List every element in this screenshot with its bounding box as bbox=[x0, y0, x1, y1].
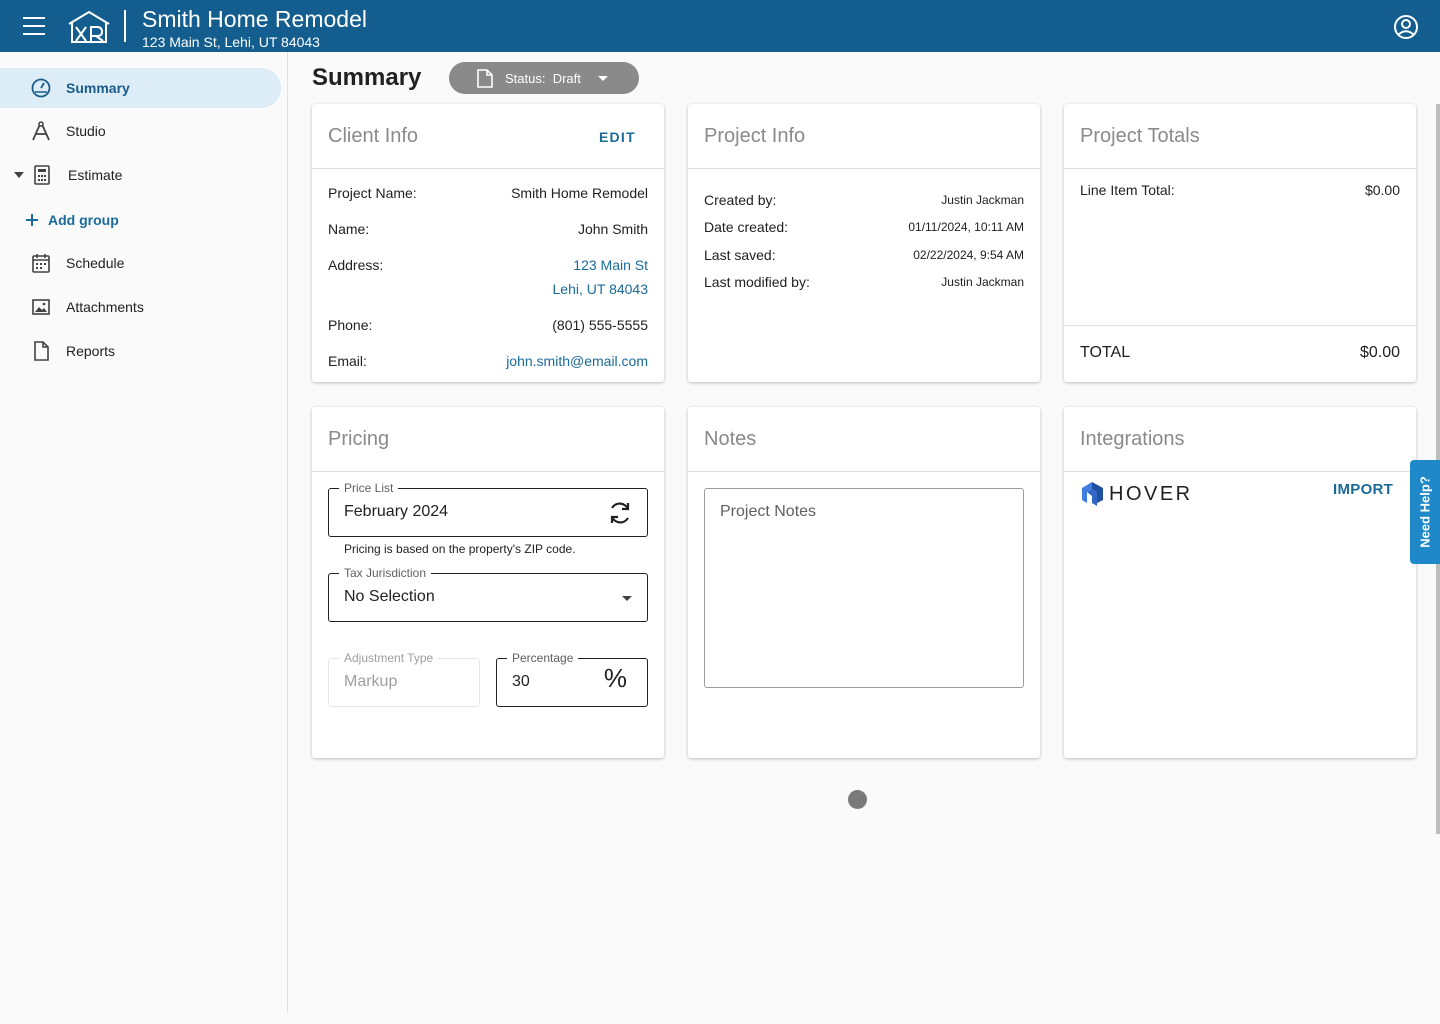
hover-integration-logo: HOVER bbox=[1080, 481, 1193, 507]
client-row-address: Address: 123 Main St Lehi, UT 84043 bbox=[328, 257, 648, 297]
row-value: Justin Jackman bbox=[941, 275, 1024, 289]
project-title: Smith Home Remodel bbox=[142, 6, 367, 32]
row-label: Date created: bbox=[704, 219, 789, 235]
project-notes-textarea[interactable]: Project Notes bbox=[704, 488, 1024, 688]
card-header: Pricing bbox=[312, 407, 664, 472]
provider-name: HOVER bbox=[1109, 482, 1193, 505]
adjustment-type-field: Adjustment Type Markup bbox=[328, 651, 480, 707]
percentage-input[interactable]: Percentage 30 % bbox=[496, 651, 648, 707]
address-link-line2[interactable]: Lehi, UT 84043 bbox=[553, 281, 648, 297]
row-label: Line Item Total: bbox=[1080, 182, 1175, 198]
page-title: Summary bbox=[312, 64, 422, 91]
project-totals-card: Project Totals Line Item Total: $0.00 TO… bbox=[1064, 104, 1416, 382]
card-title: Client Info bbox=[328, 125, 419, 147]
row-value: $0.00 bbox=[1364, 182, 1400, 198]
header-divider bbox=[124, 10, 126, 42]
import-button[interactable]: IMPORT bbox=[1333, 481, 1393, 498]
field-value: No Selection bbox=[344, 588, 435, 605]
sidebar-item-label: Studio bbox=[66, 123, 106, 139]
hamburger-menu-icon[interactable] bbox=[22, 15, 46, 37]
row-label: Phone: bbox=[328, 317, 373, 333]
field-value: 30 bbox=[512, 673, 530, 690]
edit-button[interactable]: EDIT bbox=[599, 129, 636, 145]
notes-card: Notes Project Notes bbox=[688, 407, 1040, 758]
card-title: Notes bbox=[704, 428, 757, 450]
app-header: Smith Home Remodel 123 Main St, Lehi, UT… bbox=[0, 0, 1440, 52]
integrations-card: Integrations HOVER IMPORT bbox=[1064, 407, 1416, 758]
sidebar-item-summary[interactable]: Summary bbox=[0, 68, 281, 108]
sidebar-item-label: Summary bbox=[66, 80, 130, 96]
field-label: Price List bbox=[339, 481, 399, 495]
address-link-line1[interactable]: 123 Main St bbox=[573, 257, 648, 273]
status-value: Draft bbox=[552, 71, 581, 86]
sidebar-item-label: Reports bbox=[66, 343, 116, 359]
field-label: Tax Jurisdiction bbox=[339, 566, 432, 580]
loading-indicator bbox=[848, 790, 867, 809]
row-value: Smith Home Remodel bbox=[511, 185, 648, 201]
card-header: Client Info EDIT bbox=[312, 104, 664, 169]
field-label: Percentage bbox=[507, 651, 579, 665]
row-label: TOTAL bbox=[1080, 344, 1131, 361]
document-icon bbox=[30, 340, 52, 362]
field-label: Adjustment Type bbox=[339, 651, 439, 665]
card-title: Project Info bbox=[704, 125, 806, 147]
row-value: 02/22/2024, 9:54 AM bbox=[913, 248, 1024, 262]
need-help-tab[interactable]: Need Help? bbox=[1410, 460, 1440, 564]
email-link[interactable]: john.smith@email.com bbox=[506, 353, 648, 369]
document-icon bbox=[477, 69, 493, 88]
status-label: Status: Draft bbox=[505, 71, 581, 86]
calendar-icon bbox=[30, 252, 52, 274]
card-header: Integrations bbox=[1064, 407, 1416, 472]
row-value: 01/11/2024, 10:11 AM bbox=[908, 220, 1024, 234]
status-dropdown[interactable]: Status: Draft bbox=[449, 62, 639, 94]
studio-compass-icon bbox=[30, 120, 52, 142]
row-label: Last modified by: bbox=[704, 274, 810, 290]
sidebar-item-label: Estimate bbox=[68, 167, 123, 183]
sidebar-item-label: Schedule bbox=[66, 255, 125, 271]
plus-icon bbox=[21, 209, 43, 231]
xr-logo-icon bbox=[68, 10, 110, 43]
card-title: Pricing bbox=[328, 428, 390, 450]
card-title: Integrations bbox=[1080, 428, 1185, 450]
price-list-helper-text: Pricing is based on the property's ZIP c… bbox=[344, 542, 576, 556]
row-label: Email: bbox=[328, 353, 367, 369]
project-address: 123 Main St, Lehi, UT 84043 bbox=[142, 34, 320, 50]
row-label: Name: bbox=[328, 221, 370, 237]
sidebar: Summary Studio Estimate Add group Schedu… bbox=[0, 52, 288, 1012]
refresh-icon[interactable] bbox=[607, 500, 633, 526]
percent-icon: % bbox=[603, 663, 627, 693]
need-help-label: Need Help? bbox=[1417, 476, 1433, 548]
sidebar-item-estimate[interactable]: Estimate bbox=[0, 155, 288, 195]
notes-placeholder: Project Notes bbox=[720, 503, 817, 520]
row-value: Justin Jackman bbox=[941, 193, 1024, 207]
row-value: (801) 555-5555 bbox=[552, 317, 648, 333]
price-list-field[interactable]: Price List February 2024 bbox=[328, 481, 648, 537]
tax-jurisdiction-select[interactable]: Tax Jurisdiction No Selection bbox=[328, 566, 648, 622]
field-value: Markup bbox=[344, 673, 398, 690]
row-value: $0.00 bbox=[1359, 344, 1400, 361]
card-title: Project Totals bbox=[1080, 125, 1200, 147]
card-header: Notes bbox=[688, 407, 1040, 472]
account-circle-icon[interactable] bbox=[1393, 14, 1419, 40]
card-header: Project Info bbox=[688, 104, 1040, 169]
row-value: John Smith bbox=[577, 221, 648, 237]
chevron-down-icon bbox=[622, 596, 632, 601]
hover-logo-icon bbox=[1082, 482, 1103, 506]
project-info-card: Project Info Created by: Justin Jackman … bbox=[688, 104, 1040, 382]
chevron-down-icon bbox=[598, 76, 608, 81]
row-label: Created by: bbox=[704, 192, 777, 208]
sidebar-item-label: Add group bbox=[48, 212, 119, 228]
card-header: Project Totals bbox=[1064, 104, 1416, 169]
row-label: Project Name: bbox=[328, 185, 417, 201]
image-icon bbox=[30, 296, 52, 318]
totals-divider bbox=[1064, 325, 1416, 326]
row-label: Last saved: bbox=[704, 247, 776, 263]
field-value: February 2024 bbox=[344, 503, 449, 520]
sidebar-item-label: Attachments bbox=[66, 299, 144, 315]
calculator-icon bbox=[31, 164, 53, 186]
row-label: Address: bbox=[328, 257, 384, 273]
client-info-card: Client Info EDIT Project Name: Smith Hom… bbox=[312, 104, 664, 382]
dashboard-gauge-icon bbox=[30, 77, 52, 99]
pricing-card: Pricing Price List February 2024 Pricing… bbox=[312, 407, 664, 758]
